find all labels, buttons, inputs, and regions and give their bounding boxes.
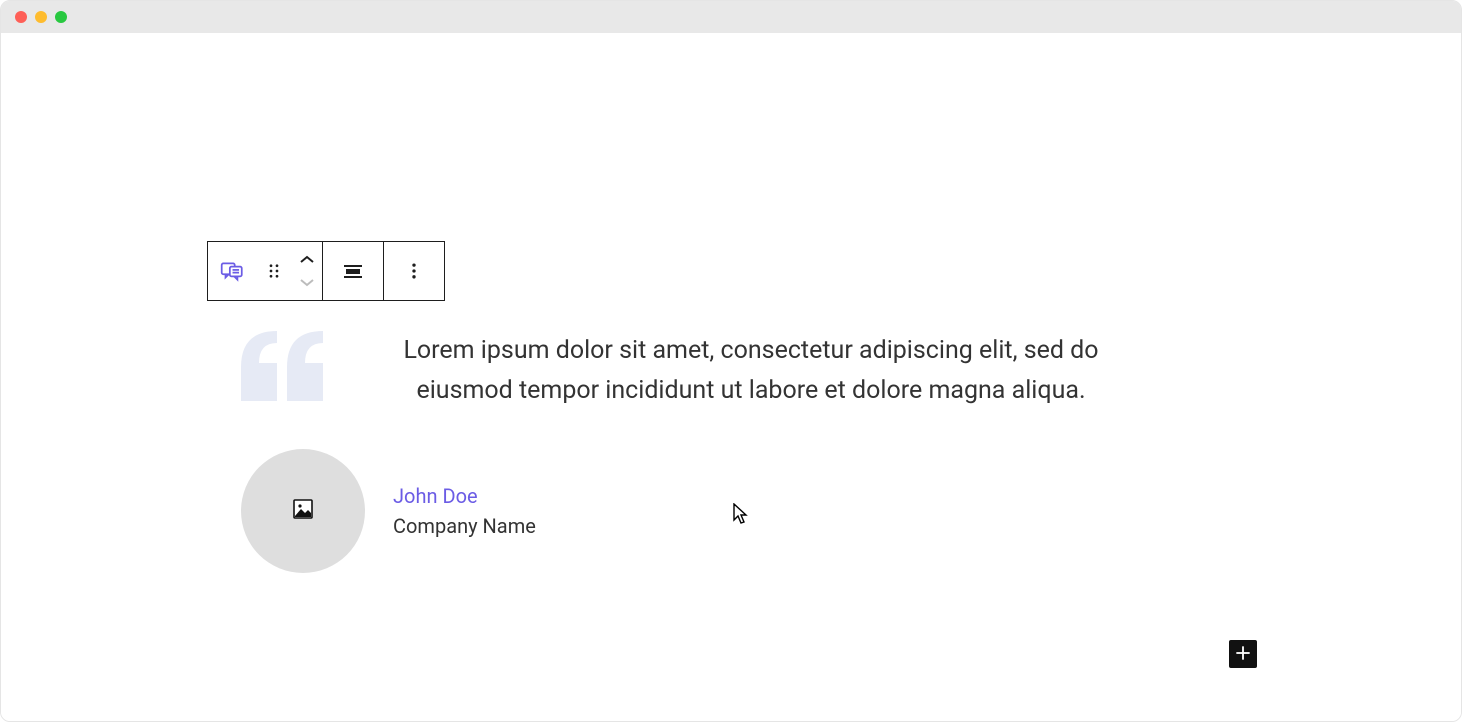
window-maximize-button[interactable] — [55, 11, 67, 23]
avatar-placeholder[interactable] — [241, 449, 365, 573]
plus-icon — [1233, 643, 1253, 666]
align-icon — [341, 259, 365, 283]
toolbar-group-align — [322, 242, 383, 300]
toolbar-group-more — [383, 242, 444, 300]
testimonial-block-icon — [219, 258, 245, 284]
testimonial-quote-text[interactable]: Lorem ipsum dolor sit amet, consectetur … — [241, 331, 1261, 411]
testimonial-author-meta: John Doe Company Name — [393, 484, 536, 538]
more-options-button[interactable] — [384, 242, 444, 300]
window-titlebar — [1, 1, 1461, 33]
quote-mark-icon — [241, 331, 325, 405]
move-up-button[interactable] — [295, 251, 319, 269]
align-button[interactable] — [323, 242, 383, 300]
testimonial-author-row: John Doe Company Name — [241, 449, 1261, 573]
editor-canvas[interactable]: Lorem ipsum dolor sit amet, consectetur … — [1, 33, 1461, 721]
window-close-button[interactable] — [15, 11, 27, 23]
testimonial-block[interactable]: Lorem ipsum dolor sit amet, consectetur … — [241, 331, 1261, 573]
chevron-up-icon — [299, 253, 315, 268]
block-toolbar — [207, 241, 445, 301]
window-minimize-button[interactable] — [35, 11, 47, 23]
chevron-down-icon — [299, 275, 315, 290]
image-placeholder-icon — [291, 497, 315, 525]
testimonial-author-name[interactable]: John Doe — [393, 484, 536, 508]
add-block-button[interactable] — [1229, 640, 1257, 668]
drag-handle-button[interactable] — [256, 242, 292, 300]
more-vertical-icon — [404, 261, 424, 281]
drag-handle-icon — [265, 262, 283, 280]
app-window: Lorem ipsum dolor sit amet, consectetur … — [0, 0, 1462, 722]
move-buttons — [292, 242, 322, 300]
toolbar-group-block — [208, 242, 322, 300]
move-down-button[interactable] — [295, 273, 319, 291]
block-type-button[interactable] — [208, 242, 256, 300]
testimonial-company[interactable]: Company Name — [393, 514, 536, 538]
